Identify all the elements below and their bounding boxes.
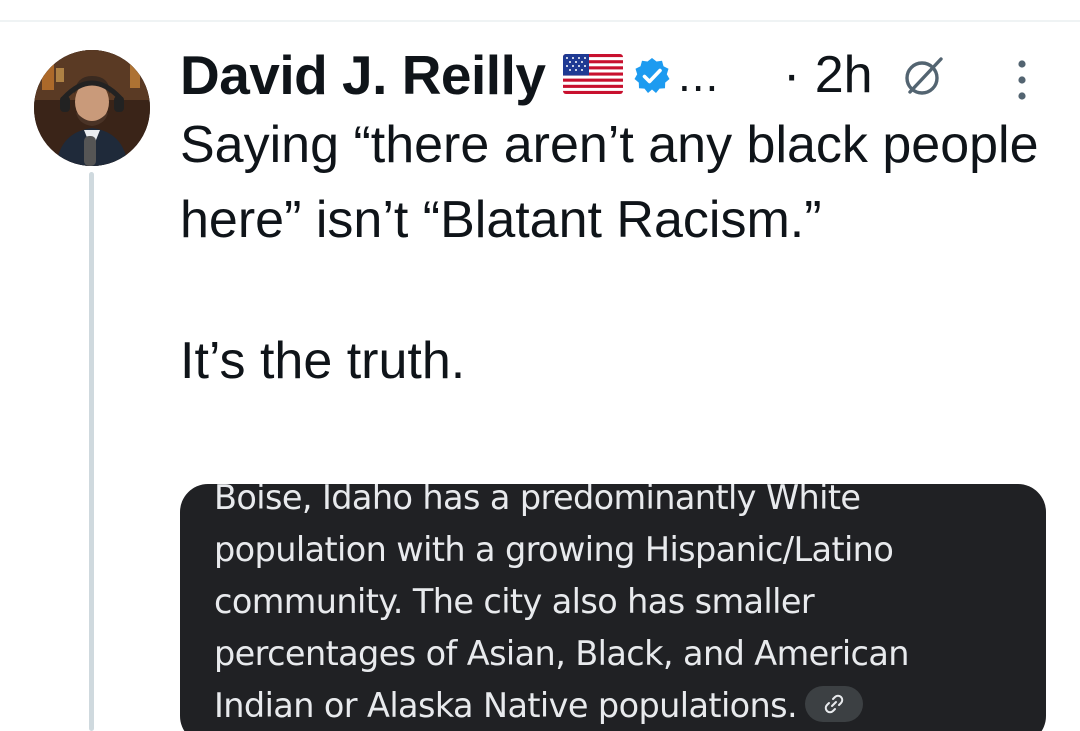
link-icon [824,694,844,713]
card-text-line: community. The city also has smaller [214,582,815,621]
author-name[interactable]: David J. Reilly [180,44,546,106]
grok-icon[interactable] [900,52,948,100]
avatar-image [34,50,150,166]
post-view: David J. Reilly ... · 2h Saying “there a… [0,0,1080,731]
us-flag-icon [563,54,623,94]
more-options-icon[interactable] [1012,58,1032,102]
avatar[interactable] [34,50,150,166]
post-text-paragraph: It’s the truth. [180,332,466,390]
attached-image-card[interactable]: Boise, Idaho has a predominantly White p… [180,484,1046,731]
link-chip[interactable] [805,685,864,722]
card-text-line-last: Indian or Alaska Native populations. [214,680,1014,731]
post-text: Saying “there aren’t any black people he… [180,108,1040,399]
card-text-line: Boise, Idaho has a predominantly White [214,484,861,517]
overflow-indicator: ... [678,49,720,101]
card-text-line: population with a growing Hispanic/Latin… [214,530,894,569]
card-text: Boise, Idaho has a predominantly White p… [214,484,1014,731]
card-text-line: Indian or Alaska Native populations. [214,686,798,725]
verified-badge-icon[interactable] [632,56,672,96]
thread-line [89,172,94,731]
post-text-paragraph: Saying “there aren’t any black people he… [180,116,1039,249]
divider [0,20,1080,22]
post-header: David J. Reilly ... · 2h [180,44,1050,106]
timestamp[interactable]: · 2h [783,44,873,106]
card-text-line: percentages of Asian, Black, and America… [214,634,910,673]
